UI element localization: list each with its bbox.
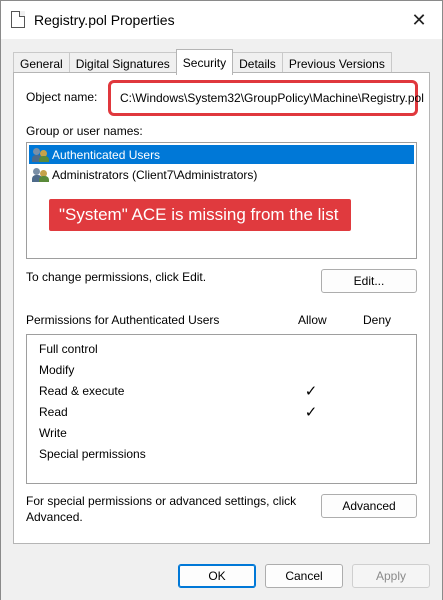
permission-row: Read & execute ✓ [39, 381, 409, 401]
permission-name: Special permissions [39, 447, 146, 461]
permission-row: Write [39, 423, 409, 443]
apply-button[interactable]: Apply [352, 564, 430, 588]
tab-general[interactable]: General [13, 52, 70, 74]
permission-name: Modify [39, 363, 75, 377]
user-name: Administrators (Client7\Administrators) [52, 167, 258, 182]
allow-check: ✓ [304, 383, 318, 400]
permission-name: Write [39, 426, 67, 440]
properties-dialog: Registry.pol Properties ✕ General Digita… [0, 0, 443, 600]
file-icon [11, 11, 25, 28]
user-item-authenticated-users[interactable]: Authenticated Users [29, 145, 414, 164]
tab-strip: General Digital Signatures Security Deta… [13, 49, 392, 75]
window-title: Registry.pol Properties [34, 12, 175, 28]
permissions-header: Permissions for Authenticated Users [26, 313, 220, 327]
close-button[interactable]: ✕ [396, 1, 442, 39]
user-name: Authenticated Users [52, 147, 161, 162]
permission-name: Full control [39, 342, 98, 356]
permission-row: Full control [39, 339, 409, 359]
close-icon: ✕ [411, 9, 427, 30]
advanced-text-line1: For special permissions or advanced sett… [26, 494, 297, 508]
tab-details[interactable]: Details [232, 52, 283, 74]
object-name-label: Object name: [26, 90, 98, 104]
ok-button[interactable]: OK [178, 564, 256, 588]
allow-check: ✓ [304, 404, 318, 421]
permissions-list[interactable]: Full control Modify Read & execute ✓ Rea… [26, 334, 417, 484]
edit-button[interactable]: Edit... [321, 269, 417, 293]
tab-security[interactable]: Security [175, 49, 234, 75]
permission-row: Special permissions [39, 444, 409, 464]
tab-digital-signatures[interactable]: Digital Signatures [68, 52, 177, 74]
users-group-icon [32, 147, 49, 162]
users-group-icon [32, 167, 49, 182]
title-bar: Registry.pol Properties ✕ [1, 1, 442, 39]
permission-row: Modify [39, 360, 409, 380]
advanced-button[interactable]: Advanced [321, 494, 417, 518]
annotation-banner: "System" ACE is missing from the list [49, 199, 351, 231]
permission-row: Read ✓ [39, 402, 409, 422]
group-names-label: Group or user names: [26, 124, 143, 138]
advanced-text-line2: Advanced. [26, 510, 83, 524]
allow-header: Allow [298, 313, 327, 327]
object-name-value: C:\Windows\System32\GroupPolicy\Machine\… [108, 80, 424, 116]
tab-previous-versions[interactable]: Previous Versions [281, 52, 392, 74]
change-permissions-text: To change permissions, click Edit. [26, 270, 207, 284]
security-panel: Object name: C:\Windows\System32\GroupPo… [13, 72, 430, 544]
permission-name: Read [39, 405, 68, 419]
cancel-button[interactable]: Cancel [265, 564, 343, 588]
deny-header: Deny [363, 313, 392, 327]
user-item-administrators[interactable]: Administrators (Client7\Administrators) [29, 165, 257, 184]
dialog-footer: OK Cancel Apply [1, 554, 442, 600]
permission-name: Read & execute [39, 384, 125, 398]
